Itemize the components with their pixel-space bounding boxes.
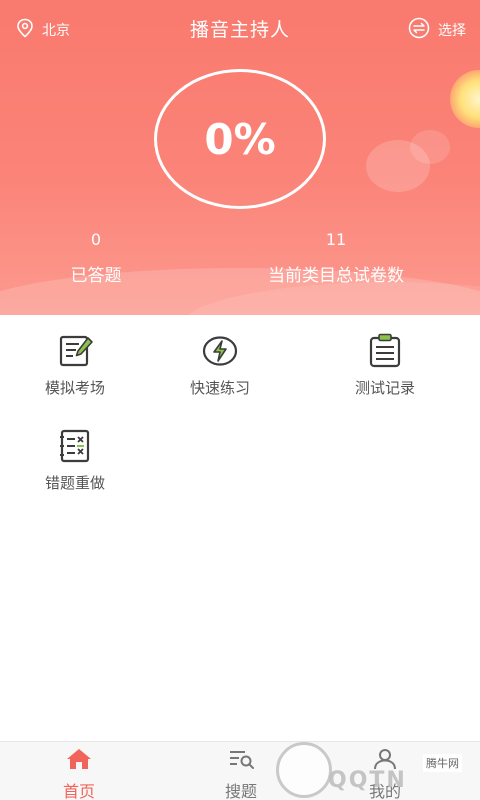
edit-paper-icon [55,333,95,369]
redo-wrong-item[interactable]: 错题重做 [0,428,150,493]
top-bar: 北京 播音主持人 选择 [0,0,480,56]
header-banner: 北京 播音主持人 选择 0% 0 已答题 11 当前类目总试卷数 [0,0,480,315]
progress-percentage: 0% [204,114,276,164]
sun-decoration [450,70,480,128]
progress-ring: 0% [154,69,326,209]
switch-arrows-icon [408,17,430,43]
cloud-decoration-small [410,130,450,164]
mock-exam-item[interactable]: 模拟考场 [0,333,150,398]
lightning-icon [200,333,240,369]
total-papers-stat: 11 当前类目总试卷数 [250,230,422,286]
answered-label: 已答题 [70,266,122,286]
tab-home[interactable]: 首页 [34,748,124,800]
redo-wrong-label: 错题重做 [44,474,105,492]
total-papers-count: 11 [325,230,347,249]
watermark-brand: 腾牛网 [423,754,462,772]
quick-practice-item[interactable]: 快速练习 [145,333,295,398]
mock-exam-label: 模拟考场 [44,379,105,397]
wrong-list-icon [55,428,95,464]
quick-practice-label: 快速练习 [189,379,250,397]
test-records-item[interactable]: 测试记录 [310,333,460,398]
answered-stat: 0 已答题 [48,230,144,286]
test-records-label: 测试记录 [354,379,415,397]
watermark: QQTN 腾牛网 [270,740,480,800]
home-icon [34,748,124,774]
select-label: 选择 [438,23,466,39]
tab-home-label: 首页 [62,782,95,800]
total-papers-label: 当前类目总试卷数 [268,266,404,286]
watermark-text: QQTN [328,768,407,793]
category-select-button[interactable]: 选择 [408,17,466,43]
clipboard-icon [365,333,405,369]
answered-count: 0 [90,230,102,249]
watermark-logo-icon [276,742,332,798]
